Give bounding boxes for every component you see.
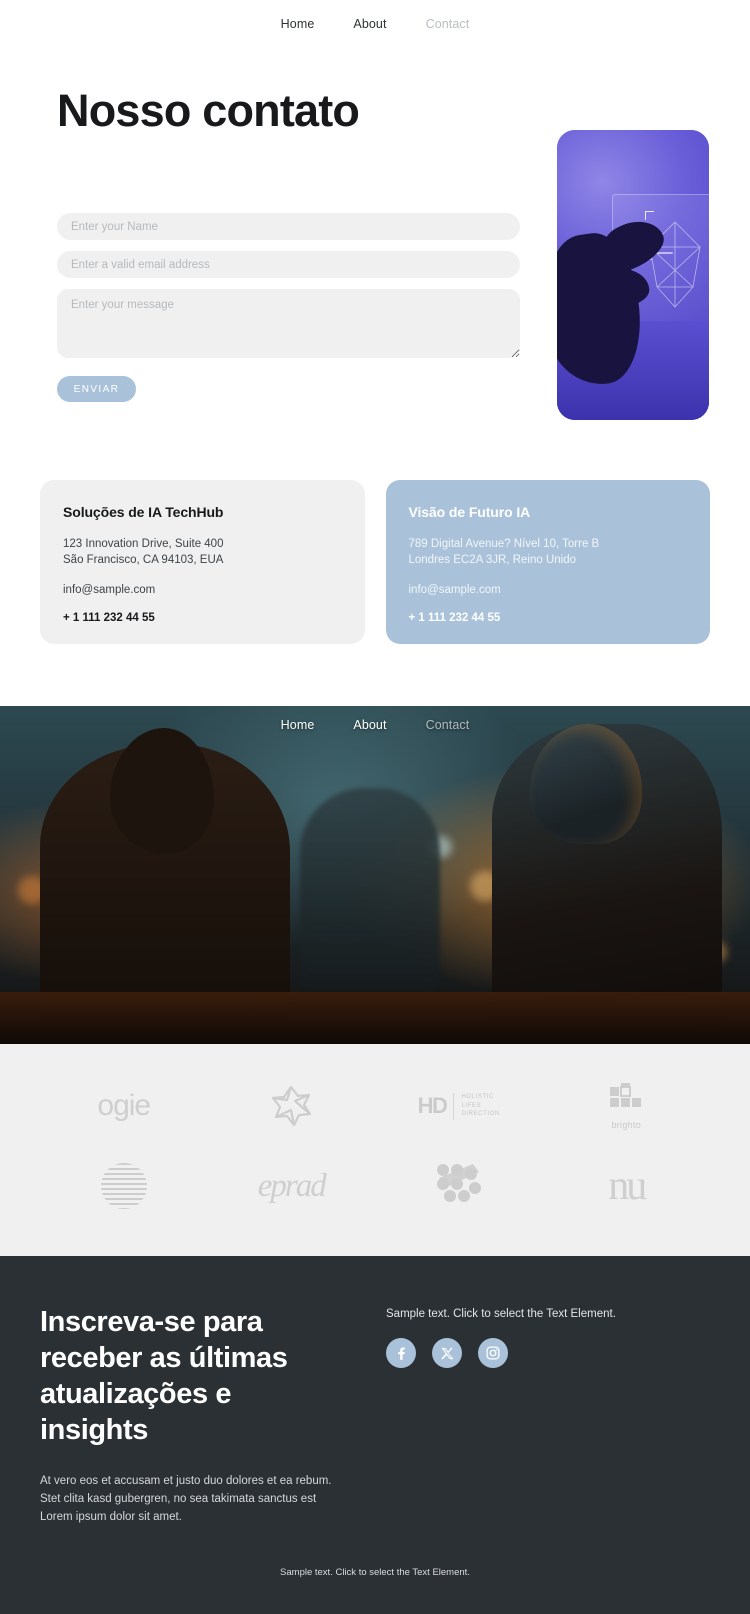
logo-eprad: eprad xyxy=(257,1158,327,1214)
logo-dots xyxy=(433,1158,485,1214)
overlay-nav-item-about[interactable]: About xyxy=(353,718,386,732)
logo-hd-sub1: HOLISTIC xyxy=(461,1094,494,1101)
logo-hd-sub2: LIFES xyxy=(461,1102,482,1109)
instagram-icon xyxy=(486,1346,500,1360)
instagram-link[interactable] xyxy=(478,1338,508,1368)
logo-ogie-text: ogie xyxy=(97,1089,151,1122)
site-footer: Inscreva-se para receber as últimas atua… xyxy=(0,1256,750,1614)
contact-form: ENVIAR xyxy=(57,213,520,402)
page-root: Home About Contact Nosso contato ENVIAR xyxy=(0,0,750,1614)
social-links xyxy=(386,1338,616,1368)
partner-logos-section: ogie HD HOLISTIC LIFES DIRECTION brighto… xyxy=(0,1044,750,1256)
card-address-line-1: 123 Innovation Drive, Suite 400 xyxy=(63,538,224,550)
nav-item-contact[interactable]: Contact xyxy=(426,17,470,31)
footer-left-column: Inscreva-se para receber as últimas atua… xyxy=(40,1304,340,1526)
brighto-grid-icon xyxy=(610,1082,642,1107)
submit-button[interactable]: ENVIAR xyxy=(57,376,136,402)
name-input[interactable] xyxy=(57,213,520,240)
dots-pattern-icon xyxy=(436,1164,481,1202)
card-phone[interactable]: + 1 111 232 44 55 xyxy=(409,612,688,624)
facebook-link[interactable] xyxy=(386,1338,416,1368)
logo-flower xyxy=(267,1078,315,1134)
nav-item-about[interactable]: About xyxy=(353,17,386,31)
footer-columns: Inscreva-se para receber as últimas atua… xyxy=(40,1304,710,1526)
logo-grid: ogie HD HOLISTIC LIFES DIRECTION brighto… xyxy=(40,1078,710,1214)
card-email[interactable]: info@sample.com xyxy=(63,584,342,596)
overlay-nav-item-home[interactable]: Home xyxy=(281,718,315,732)
card-email[interactable]: info@sample.com xyxy=(409,584,688,596)
contact-section: Nosso contato ENVIAR xyxy=(0,47,750,706)
page-title: Nosso contato xyxy=(57,85,360,136)
card-title: Soluções de IA TechHub xyxy=(63,504,224,520)
nav-item-home[interactable]: Home xyxy=(281,17,315,31)
logo-holistic-lifes-direction: HD HOLISTIC LIFES DIRECTION xyxy=(418,1078,500,1134)
logo-hd-sub3: DIRECTION xyxy=(461,1111,500,1118)
card-address-line-1: 789 Digital Avenue? Nível 10, Torre B xyxy=(408,538,600,550)
x-twitter-link[interactable] xyxy=(432,1338,462,1368)
footer-paragraph: At vero eos et accusam et justo duo dolo… xyxy=(40,1475,332,1523)
flower-mark-icon xyxy=(272,1085,312,1127)
contact-card-techhub: Soluções de IA TechHub 123 Innovation Dr… xyxy=(40,480,365,644)
card-address-line-2: Londres EC2A 3JR, Reino Unido xyxy=(408,554,577,566)
logo-hd-text: HD xyxy=(417,1093,448,1118)
x-twitter-icon xyxy=(440,1347,454,1359)
facebook-icon xyxy=(397,1346,405,1360)
overlay-navigation: Home About Contact xyxy=(0,718,750,732)
woman-head xyxy=(110,728,214,854)
logo-stripe-circle xyxy=(100,1158,147,1214)
message-textarea[interactable] xyxy=(57,289,520,358)
logo-ogie: ogie xyxy=(97,1078,151,1134)
logo-brighto-text: brighto xyxy=(611,1119,642,1130)
top-navigation: Home About Contact xyxy=(0,0,750,47)
contact-card-visao-futuro: Visão de Futuro IA 789 Digital Avenue? N… xyxy=(385,480,710,644)
footer-bottom-text: Sample text. Click to select the Text El… xyxy=(280,1567,470,1578)
logo-hd-subtitle: HOLISTIC LIFES DIRECTION xyxy=(461,1093,499,1119)
logo-divider xyxy=(453,1092,455,1120)
contact-cards: Soluções de IA TechHub 123 Innovation Dr… xyxy=(40,480,710,644)
card-phone[interactable]: + 1 111 232 44 55 xyxy=(63,612,342,624)
logo-nu: nu xyxy=(608,1158,647,1214)
card-title: Visão de Futuro IA xyxy=(408,504,531,520)
robot-head xyxy=(530,724,642,844)
hero-image-hologram xyxy=(557,130,709,420)
card-address-line-2: São Francisco, CA 94103, EUA xyxy=(63,554,224,566)
background-person-silhouette xyxy=(300,788,440,988)
logo-nu-text: nu xyxy=(608,1163,647,1209)
footer-sample-text: Sample text. Click to select the Text El… xyxy=(386,1308,616,1320)
hero-photo-band: Home About Contact xyxy=(0,706,750,1044)
email-input[interactable] xyxy=(57,251,520,278)
desk-surface xyxy=(0,992,750,1044)
stripe-circle-icon xyxy=(100,1163,147,1209)
footer-heading: Inscreva-se para receber as últimas atua… xyxy=(40,1306,288,1446)
logo-eprad-text: eprad xyxy=(257,1167,327,1204)
footer-right-column: Sample text. Click to select the Text El… xyxy=(386,1304,616,1526)
overlay-nav-item-contact[interactable]: Contact xyxy=(426,718,470,732)
logo-brighto: brighto xyxy=(608,1078,644,1134)
